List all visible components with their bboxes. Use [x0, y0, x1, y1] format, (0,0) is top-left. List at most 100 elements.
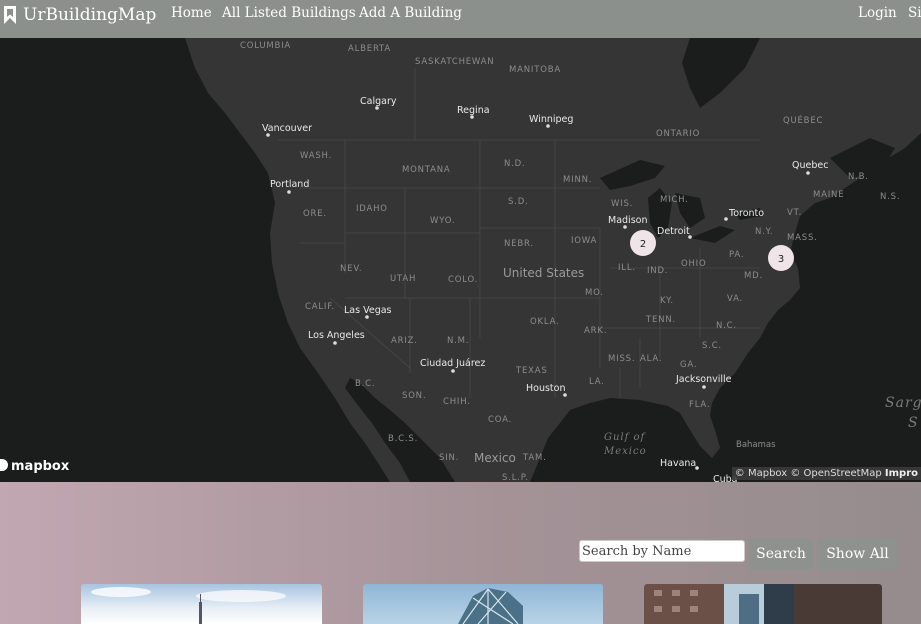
map-label-nd: N.D.: [504, 159, 526, 169]
map-label-fla: FLA.: [689, 400, 710, 410]
navbar: UrBuildingMap Home All Listed Buildings …: [0, 0, 921, 38]
city-toronto: Toronto: [728, 208, 764, 219]
building-card-image: [91, 587, 286, 624]
map-label-montana: MONTANA: [402, 165, 451, 175]
map-label-wash: WASH.: [300, 151, 332, 161]
city-havana: Havana: [660, 458, 696, 469]
search-input[interactable]: [579, 540, 745, 562]
map-label-mass: MASS.: [787, 233, 818, 243]
signup-link[interactable]: Si: [908, 5, 921, 21]
city-los-angeles: Los Angeles: [308, 330, 365, 341]
map-attribution[interactable]: © Mapbox © OpenStreetMap Impro: [731, 467, 921, 480]
map-label-ky: KY.: [660, 296, 674, 306]
map-label-sargasso-2: S: [908, 415, 919, 431]
map-label-wis: WIS.: [611, 199, 633, 209]
cluster-marker[interactable]: 3: [768, 245, 794, 271]
cluster-count: 3: [778, 254, 784, 265]
map-label-mich: MICH.: [660, 195, 689, 205]
map-label-bahamas: Bahamas: [736, 440, 776, 450]
map-label-minn: MINN.: [563, 175, 592, 185]
mapbox-logo[interactable]: mapbox: [0, 459, 69, 474]
city-las-vegas: Las Vegas: [344, 305, 392, 316]
map-label-ns: N.S.: [880, 192, 900, 202]
city-houston: Houston: [526, 383, 565, 394]
map-label-nev: NEV.: [340, 264, 362, 274]
map-label-chih: CHIH.: [443, 397, 471, 407]
brand[interactable]: UrBuildingMap: [3, 3, 156, 27]
map-label-nm: N.M.: [447, 336, 469, 346]
map-label-ind: IND.: [647, 266, 668, 276]
map-label-ariz: ARIZ.: [391, 336, 418, 346]
map-label-md: MD.: [744, 271, 763, 281]
building-card-image: [644, 584, 882, 624]
map-label-la: LA.: [589, 377, 605, 387]
nav-home-link[interactable]: Home: [171, 5, 212, 21]
map-label-gulf-mexico: Mexico: [603, 446, 647, 457]
mapbox-logo-text: mapbox: [11, 459, 70, 474]
map-canvas[interactable]: COLUMBIA ALBERTA SASKATCHEWAN MANITOBA O…: [0, 38, 921, 482]
city-quebec: Quebec: [792, 160, 828, 171]
map-label-united-states: United States: [503, 266, 584, 280]
map-label-saskatchewan: SASKATCHEWAN: [415, 57, 494, 67]
login-link[interactable]: Login: [858, 5, 897, 21]
map-label-ala: ALA.: [640, 354, 662, 364]
improve-map-link[interactable]: Impro: [885, 468, 918, 479]
map-label-wyo: WYO.: [430, 216, 455, 226]
map-label-slp: S.L.P.: [502, 473, 529, 482]
search-button[interactable]: Search: [749, 538, 813, 569]
city-winnipeg: Winnipeg: [529, 114, 573, 125]
north-america-land: [185, 38, 921, 482]
nav-add-building-link[interactable]: Add A Building: [359, 5, 462, 21]
building-card-image: [458, 588, 523, 624]
map-label-coa: COA.: [488, 415, 512, 425]
map-label-sargasso: Sarg: [885, 395, 921, 411]
map-label-mo: MO.: [585, 288, 604, 298]
map-label-nc: N.C.: [716, 321, 737, 331]
attribution-text[interactable]: © Mapbox © OpenStreetMap: [735, 468, 882, 479]
building-card[interactable]: [363, 584, 603, 624]
city-madison: Madison: [608, 215, 647, 226]
map[interactable]: COLUMBIA ALBERTA SASKATCHEWAN MANITOBA O…: [0, 38, 921, 482]
map-label-tam: TAM.: [522, 453, 547, 463]
map-label-utah: UTAH: [390, 274, 416, 284]
map-label-nebr: NEBR.: [504, 239, 534, 249]
map-label-ohio: OHIO: [681, 259, 706, 269]
map-label-colo: COLO.: [448, 275, 478, 285]
map-label-ny: N.Y.: [755, 227, 773, 237]
cluster-count: 2: [640, 239, 646, 250]
map-label-manitoba: MANITOBA: [509, 65, 561, 75]
map-label-ga: GA.: [680, 360, 697, 370]
map-label-ore: ORE.: [303, 209, 327, 219]
city-vancouver: Vancouver: [262, 123, 312, 134]
map-label-bcs: B.C.S.: [388, 434, 418, 444]
map-label-gulf-of: Gulf of: [604, 432, 647, 443]
map-label-texas: TEXAS: [515, 366, 548, 376]
map-label-ontario: ONTARIO: [656, 129, 700, 139]
map-label-idaho: IDAHO: [356, 204, 388, 214]
nav-all-buildings-link[interactable]: All Listed Buildings: [222, 5, 356, 21]
map-label-quebec-province: QUÉBEC: [783, 114, 823, 126]
map-label-pa: PA.: [729, 250, 744, 260]
city-detroit: Detroit: [657, 226, 690, 237]
map-label-miss: MISS.: [608, 354, 635, 364]
map-label-va: VA.: [727, 294, 743, 304]
map-label-okla: OKLA.: [530, 317, 560, 327]
building-card[interactable]: [644, 584, 882, 624]
city-portland: Portland: [270, 179, 309, 190]
map-label-ark: ARK.: [584, 326, 607, 336]
map-label-bc: B.C.: [355, 379, 375, 389]
city-calgary: Calgary: [360, 96, 397, 107]
map-label-calif: CALIF.: [305, 302, 335, 312]
map-label-vt: VT.: [787, 208, 802, 218]
map-label-maine: MAINE: [813, 190, 844, 200]
show-all-button[interactable]: Show All: [818, 538, 897, 569]
map-label-columbia: COLUMBIA: [240, 41, 291, 51]
map-label-ill: ILL.: [618, 263, 636, 273]
city-ciudad-juarez: Ciudad Juárez: [420, 358, 485, 369]
mapbox-logo-icon: [0, 459, 8, 471]
map-label-iowa: IOWA: [571, 236, 597, 246]
building-card[interactable]: [81, 584, 322, 624]
city-jacksonville: Jacksonville: [675, 374, 732, 385]
city-regina: Regina: [457, 105, 490, 116]
cluster-marker[interactable]: 2: [630, 230, 656, 256]
